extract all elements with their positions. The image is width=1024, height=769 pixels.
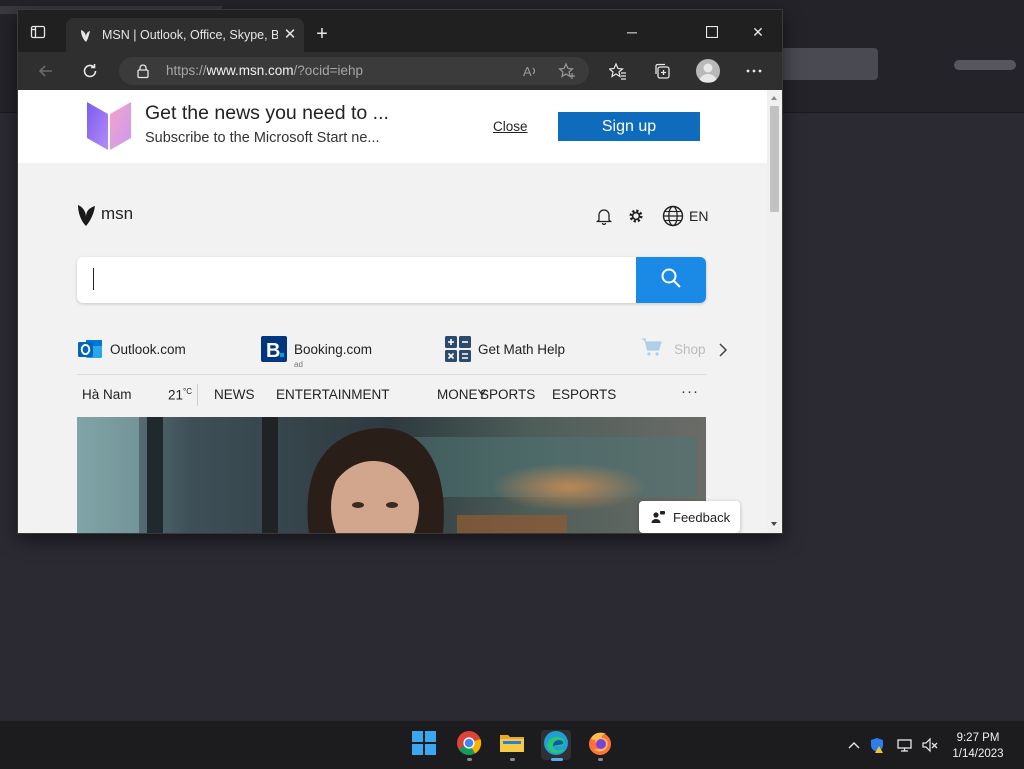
- page-viewport: Get the news you need to ... Subscribe t…: [18, 90, 767, 533]
- taskbar-edge[interactable]: [541, 730, 571, 761]
- quick-link-label: Booking.com: [294, 342, 373, 357]
- maximize-icon[interactable]: [702, 22, 722, 42]
- active-indicator: [551, 758, 563, 761]
- close-tab-icon[interactable]: ✕: [282, 27, 298, 43]
- start-button[interactable]: [409, 730, 439, 760]
- clock-time: 9:27 PM: [956, 732, 1000, 744]
- close-window-icon[interactable]: ✕: [748, 22, 768, 42]
- booking-icon: B: [261, 336, 287, 362]
- tab-title: MSN | Outlook, Office, Skype, Bing: [102, 28, 278, 42]
- taskbar: 9:27 PM 1/14/2023: [0, 720, 1024, 769]
- notifications-bell-icon[interactable]: [595, 207, 613, 226]
- show-hidden-icons-chevron-up-icon[interactable]: [846, 737, 862, 753]
- edge-window: MSN | Outlook, Office, Skype, Bing ✕ + ─…: [18, 10, 782, 533]
- microsoft-start-logo-icon: [84, 98, 134, 152]
- background-pill: [954, 60, 1016, 70]
- scroll-up-arrow-icon[interactable]: [771, 96, 777, 100]
- text-caret: [93, 268, 94, 290]
- background-toolbar-box: [780, 48, 878, 80]
- quick-link-shop[interactable]: Shop: [641, 333, 711, 369]
- location-label[interactable]: Hà Nam: [82, 387, 132, 402]
- hero-image[interactable]: [77, 417, 706, 533]
- quick-link-label: Shop: [674, 342, 706, 357]
- clock-date: 1/14/2023: [952, 748, 1004, 760]
- new-tab-icon[interactable]: +: [314, 24, 330, 44]
- chevron-right-icon[interactable]: [718, 343, 728, 357]
- cart-icon: [641, 336, 663, 362]
- firefox-icon: [587, 730, 613, 761]
- running-indicator: [510, 758, 515, 761]
- windows-logo-icon: [412, 730, 436, 760]
- msn-butterfly-icon: [78, 28, 94, 44]
- address-bar[interactable]: https://www.msn.com/?ocid=iehp A: [119, 57, 589, 85]
- edge-icon: [543, 730, 569, 761]
- banner-title: Get the news you need to ...: [145, 102, 389, 124]
- nav-sports[interactable]: SPORTS: [480, 387, 535, 402]
- minimize-icon[interactable]: ─: [622, 22, 642, 42]
- msn-logo-text[interactable]: msn: [101, 204, 133, 224]
- svg-text:B: B: [266, 340, 280, 362]
- lock-icon[interactable]: [135, 63, 151, 79]
- search-icon: [660, 267, 682, 294]
- section-divider: [77, 374, 706, 375]
- back-icon[interactable]: [35, 60, 57, 82]
- folder-icon: [499, 731, 525, 760]
- quick-link-outlook[interactable]: Outlook.com: [77, 333, 237, 369]
- scrollbar-thumb[interactable]: [770, 106, 779, 212]
- scroll-down-arrow-icon[interactable]: [771, 522, 777, 526]
- quick-link-label: Outlook.com: [110, 342, 186, 357]
- feedback-button[interactable]: Feedback: [639, 501, 740, 533]
- more-options-icon[interactable]: [743, 60, 765, 82]
- msn-logo-icon[interactable]: [76, 202, 98, 228]
- nav-news[interactable]: NEWS: [214, 387, 255, 402]
- search-button[interactable]: [636, 257, 706, 303]
- nav-entertainment[interactable]: ENTERTAINMENT: [276, 387, 390, 402]
- tab-msn[interactable]: MSN | Outlook, Office, Skype, Bing ✕: [66, 18, 304, 52]
- nav-separator: [197, 384, 198, 406]
- running-indicator: [467, 758, 472, 761]
- toolbar: https://www.msn.com/?ocid=iehp A: [18, 52, 782, 90]
- ad-label: ad: [294, 360, 303, 369]
- refresh-icon[interactable]: [79, 60, 101, 82]
- banner-subtitle: Subscribe to the Microsoft Start ne...: [145, 130, 380, 146]
- calculator-icon: [445, 336, 471, 362]
- outlook-icon: [77, 336, 103, 362]
- volume-muted-icon[interactable]: [922, 737, 938, 753]
- nav-more-icon[interactable]: ···: [681, 383, 699, 400]
- quick-link-math-help[interactable]: Get Math Help: [445, 333, 605, 369]
- chrome-icon: [456, 730, 482, 761]
- profile-avatar-icon[interactable]: [696, 59, 720, 83]
- nav-esports[interactable]: ESPORTS: [552, 387, 616, 402]
- svg-text:A: A: [523, 64, 532, 79]
- title-bar[interactable]: MSN | Outlook, Office, Skype, Bing ✕ + ─…: [18, 10, 782, 52]
- subscribe-banner: Get the news you need to ... Subscribe t…: [18, 90, 767, 163]
- feedback-person-icon: [651, 510, 665, 524]
- language-selector[interactable]: EN: [689, 208, 708, 224]
- feedback-label: Feedback: [673, 510, 731, 525]
- taskbar-chrome[interactable]: [454, 730, 484, 761]
- running-indicator: [598, 758, 603, 761]
- settings-gear-icon[interactable]: [627, 207, 645, 225]
- url-text[interactable]: https://www.msn.com/?ocid=iehp: [166, 63, 363, 78]
- read-aloud-icon[interactable]: A: [519, 60, 541, 82]
- banner-close-link[interactable]: Close: [493, 119, 528, 134]
- favorites-icon[interactable]: [607, 60, 629, 82]
- page-scrollbar[interactable]: [767, 90, 782, 533]
- sign-up-button[interactable]: Sign up: [558, 112, 700, 141]
- add-favorite-icon[interactable]: [556, 60, 578, 82]
- network-icon[interactable]: [897, 737, 913, 753]
- tab-actions-icon[interactable]: [30, 24, 46, 40]
- taskbar-firefox[interactable]: [585, 730, 615, 761]
- globe-icon[interactable]: [662, 205, 684, 227]
- quick-link-booking[interactable]: B Booking.com ad: [261, 333, 421, 369]
- collections-icon[interactable]: [651, 60, 673, 82]
- quick-link-label: Get Math Help: [478, 342, 566, 357]
- system-clock[interactable]: 9:27 PM 1/14/2023: [944, 730, 1012, 762]
- search-box[interactable]: [77, 257, 706, 303]
- taskbar-file-explorer[interactable]: [497, 730, 527, 761]
- defender-shield-icon[interactable]: [870, 737, 886, 753]
- weather-temperature[interactable]: 21°C: [168, 387, 192, 403]
